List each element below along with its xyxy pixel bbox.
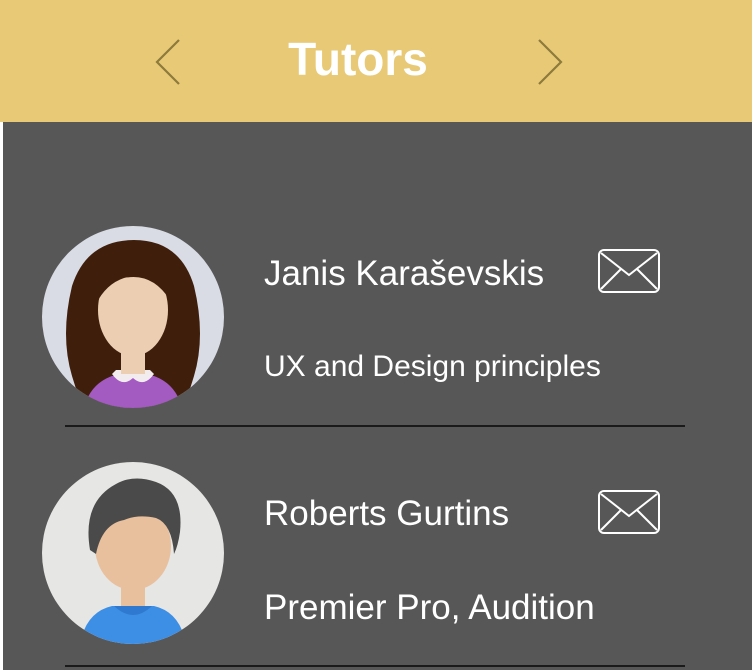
tutor-subject: UX and Design principles (264, 350, 601, 383)
tutor-avatar (42, 226, 224, 408)
chevron-left-icon (155, 39, 180, 85)
divider (65, 665, 685, 667)
female-avatar (42, 226, 224, 408)
next-button[interactable] (530, 36, 570, 88)
app-header: Tutors (0, 0, 752, 122)
tutor-name: Roberts Gurtins (264, 494, 510, 533)
email-button[interactable] (598, 249, 660, 293)
divider (65, 425, 685, 427)
envelope-icon (598, 490, 660, 534)
page-title: Tutors (288, 33, 428, 85)
tutor-avatar (42, 462, 224, 644)
tutor-subject: Premier Pro, Audition (264, 588, 595, 627)
previous-button[interactable] (148, 36, 188, 88)
envelope-icon (598, 249, 660, 293)
tutor-name: Janis Karaševskis (264, 254, 545, 293)
email-button[interactable] (598, 490, 660, 534)
chevron-right-icon (538, 39, 563, 85)
male-avatar (42, 462, 224, 644)
